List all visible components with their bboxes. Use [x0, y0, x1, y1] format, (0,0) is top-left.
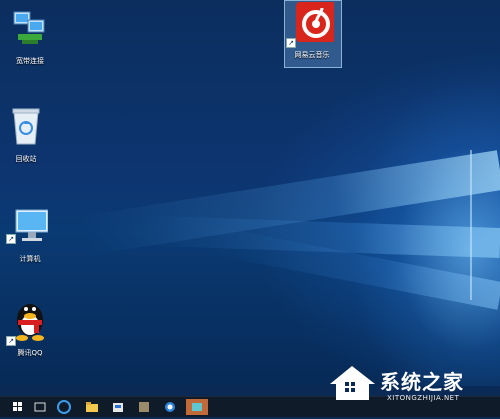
desktop-icon-label: 宽带连接 — [16, 57, 44, 65]
shortcut-arrow-icon: ↗ — [286, 38, 296, 48]
app-icon[interactable] — [136, 399, 152, 415]
desktop-icon-computer[interactable]: ↗ 计算机 — [0, 206, 60, 276]
shortcut-arrow-icon: ↗ — [6, 234, 16, 244]
desktop-icon-recycle-bin[interactable]: 回收站 — [0, 106, 56, 176]
task-view-icon[interactable] — [32, 399, 48, 415]
active-app-icon[interactable] — [186, 399, 208, 415]
search-app-icon[interactable] — [162, 399, 178, 415]
desktop-icon-qq[interactable]: ↗ 腾讯QQ — [0, 300, 60, 370]
desktop-icon-broadband[interactable]: 宽带连接 — [0, 8, 60, 78]
house-logo-icon — [330, 366, 375, 400]
desktop-icon-label: 网易云音乐 — [294, 51, 330, 59]
shortcut-arrow-icon: ↗ — [6, 336, 16, 346]
desktop-icon-netease-music[interactable]: ↗ 网易云音乐 — [282, 2, 342, 72]
netease-music-icon — [296, 2, 334, 42]
file-explorer-icon[interactable] — [84, 399, 100, 415]
windows-start-icon[interactable] — [10, 399, 26, 415]
edge-icon[interactable] — [56, 399, 72, 415]
watermark: 系统之家 XITONGZHIJIA.NET — [325, 362, 500, 416]
light-beam — [82, 150, 500, 256]
monitor-icon — [15, 209, 48, 241]
watermark-url: XITONGZHIJIA.NET — [387, 394, 460, 402]
light-beam — [202, 225, 500, 310]
watermark-text: 系统之家 — [380, 370, 464, 394]
recycle-bin-icon — [12, 108, 40, 145]
desktop-icon-label: 回收站 — [15, 155, 37, 163]
light-beam — [139, 215, 500, 258]
desktop-icon-label: 腾讯QQ — [17, 349, 43, 357]
desktop-icon-label: 计算机 — [19, 255, 41, 263]
desktop-background: 宽带连接 回收站 ↗ 计算机 ↗ 腾讯QQ ↗ 网易云音乐 — [0, 0, 500, 386]
network-computers-icon — [13, 11, 45, 44]
qq-penguin-icon — [16, 304, 44, 341]
light-pane-edge — [470, 150, 472, 300]
store-icon[interactable] — [110, 399, 126, 415]
